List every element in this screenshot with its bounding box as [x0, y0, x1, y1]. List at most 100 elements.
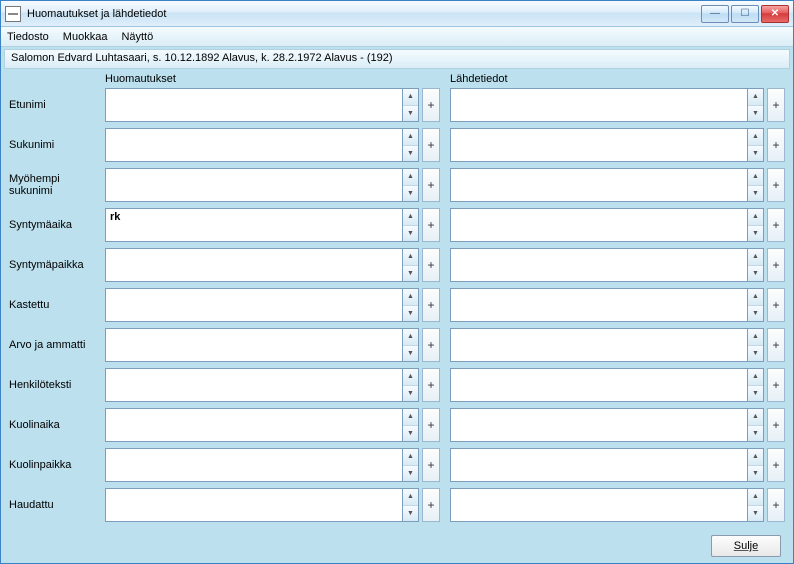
spin-up-button[interactable]: ▲	[748, 449, 763, 466]
spin-up-button[interactable]: ▲	[403, 169, 418, 186]
spin-down-button[interactable]: ▼	[403, 146, 418, 162]
sources-input[interactable]	[450, 488, 748, 522]
spin-up-button[interactable]: ▲	[748, 89, 763, 106]
spin-up-button[interactable]: ▲	[403, 129, 418, 146]
notes-input[interactable]	[105, 168, 403, 202]
spin-up-button[interactable]: ▲	[748, 169, 763, 186]
menu-file[interactable]: Tiedosto	[7, 31, 49, 43]
sources-input[interactable]	[450, 248, 748, 282]
spin-down-button[interactable]: ▼	[748, 426, 763, 442]
spin-down-button[interactable]: ▼	[748, 466, 763, 482]
notes-input[interactable]	[105, 488, 403, 522]
spin-down-button[interactable]: ▼	[403, 346, 418, 362]
row: Sukunimi▲▼+▲▼+	[9, 128, 785, 162]
sources-input[interactable]	[450, 368, 748, 402]
spin-down-button[interactable]: ▼	[748, 266, 763, 282]
spin-up-button[interactable]: ▲	[748, 129, 763, 146]
notes-input[interactable]	[105, 248, 403, 282]
menu-edit[interactable]: Muokkaa	[63, 31, 108, 43]
spin-buttons: ▲▼	[748, 328, 764, 362]
sources-input[interactable]	[450, 128, 748, 162]
spin-down-button[interactable]: ▼	[403, 306, 418, 322]
spin-up-button[interactable]: ▲	[403, 449, 418, 466]
add-button[interactable]: +	[767, 88, 785, 122]
notes-input[interactable]	[105, 368, 403, 402]
add-button[interactable]: +	[767, 248, 785, 282]
spin-up-button[interactable]: ▲	[403, 409, 418, 426]
sources-input[interactable]	[450, 288, 748, 322]
add-button[interactable]: +	[422, 128, 440, 162]
row: Arvo ja ammatti▲▼+▲▼+	[9, 328, 785, 362]
add-button[interactable]: +	[422, 408, 440, 442]
spin-down-button[interactable]: ▼	[403, 386, 418, 402]
add-button[interactable]: +	[422, 168, 440, 202]
notes-input[interactable]	[105, 448, 403, 482]
add-button[interactable]: +	[422, 328, 440, 362]
notes-input[interactable]	[105, 88, 403, 122]
spin-up-button[interactable]: ▲	[748, 209, 763, 226]
spin-up-button[interactable]: ▲	[403, 489, 418, 506]
close-button[interactable]: Sulje	[711, 535, 781, 557]
spin-up-button[interactable]: ▲	[403, 249, 418, 266]
spin-up-button[interactable]: ▲	[748, 289, 763, 306]
spin-up-button[interactable]: ▲	[748, 489, 763, 506]
add-button[interactable]: +	[767, 488, 785, 522]
sources-input[interactable]	[450, 208, 748, 242]
spin-up-button[interactable]: ▲	[403, 369, 418, 386]
add-button[interactable]: +	[767, 208, 785, 242]
notes-input[interactable]	[105, 328, 403, 362]
minimize-button[interactable]: —	[701, 5, 729, 23]
add-button[interactable]: +	[767, 328, 785, 362]
spin-up-button[interactable]: ▲	[748, 409, 763, 426]
add-button[interactable]: +	[422, 488, 440, 522]
add-button[interactable]: +	[767, 408, 785, 442]
notes-input[interactable]	[105, 288, 403, 322]
spin-down-button[interactable]: ▼	[403, 186, 418, 202]
add-button[interactable]: +	[422, 288, 440, 322]
spin-down-button[interactable]: ▼	[748, 306, 763, 322]
spin-up-button[interactable]: ▲	[403, 209, 418, 226]
add-button[interactable]: +	[767, 128, 785, 162]
sources-input[interactable]	[450, 408, 748, 442]
sources-input[interactable]	[450, 448, 748, 482]
add-button[interactable]: +	[767, 168, 785, 202]
spin-up-button[interactable]: ▲	[403, 329, 418, 346]
spin-down-button[interactable]: ▼	[748, 146, 763, 162]
spin-up-button[interactable]: ▲	[403, 289, 418, 306]
spin-down-button[interactable]: ▼	[403, 226, 418, 242]
row-label: Haudattu	[9, 499, 105, 511]
sources-input[interactable]	[450, 88, 748, 122]
sources-cell: ▲▼+	[450, 368, 785, 402]
notes-input[interactable]	[105, 128, 403, 162]
spin-down-button[interactable]: ▼	[403, 266, 418, 282]
spin-down-button[interactable]: ▼	[748, 386, 763, 402]
spin-up-button[interactable]: ▲	[748, 369, 763, 386]
spin-down-button[interactable]: ▼	[403, 426, 418, 442]
sources-input[interactable]	[450, 168, 748, 202]
sources-input[interactable]	[450, 328, 748, 362]
spin-down-button[interactable]: ▼	[403, 506, 418, 522]
spin-down-button[interactable]: ▼	[748, 226, 763, 242]
add-button[interactable]: +	[422, 88, 440, 122]
spin-down-button[interactable]: ▼	[403, 466, 418, 482]
spin-down-button[interactable]: ▼	[748, 186, 763, 202]
spin-down-button[interactable]: ▼	[748, 346, 763, 362]
spin-up-button[interactable]: ▲	[748, 249, 763, 266]
add-button[interactable]: +	[422, 248, 440, 282]
maximize-button[interactable]: ☐	[731, 5, 759, 23]
close-window-button[interactable]: ✕	[761, 5, 789, 23]
add-button[interactable]: +	[422, 208, 440, 242]
add-button[interactable]: +	[422, 368, 440, 402]
notes-input[interactable]	[105, 408, 403, 442]
add-button[interactable]: +	[422, 448, 440, 482]
spin-up-button[interactable]: ▲	[403, 89, 418, 106]
menu-view[interactable]: Näyttö	[121, 31, 153, 43]
add-button[interactable]: +	[767, 288, 785, 322]
spin-down-button[interactable]: ▼	[748, 106, 763, 122]
add-button[interactable]: +	[767, 448, 785, 482]
spin-down-button[interactable]: ▼	[403, 106, 418, 122]
notes-input[interactable]	[105, 208, 403, 242]
add-button[interactable]: +	[767, 368, 785, 402]
spin-up-button[interactable]: ▲	[748, 329, 763, 346]
spin-down-button[interactable]: ▼	[748, 506, 763, 522]
